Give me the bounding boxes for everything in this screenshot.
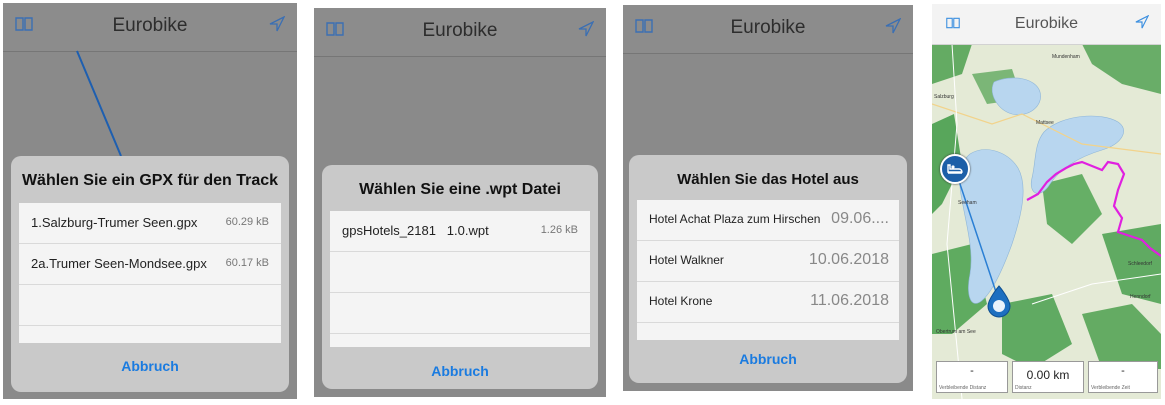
hotel-name: Hotel Achat Plaza zum Hirschen: [649, 212, 821, 226]
hotel-date: 10.06.2018: [808, 251, 889, 268]
wpt-picker-screen: Eurobike Wählen Sie eine .wpt Datei gpsH…: [314, 8, 606, 397]
location-arrow-icon[interactable]: [578, 20, 595, 42]
cancel-button[interactable]: Abbruch: [629, 351, 907, 367]
list-item[interactable]: 1.Salzburg-Trumer Seen.gpx 60.29 kB: [19, 203, 281, 244]
hotel-date: 11.06.2018: [810, 292, 889, 309]
map-screen: Salzburg Seeham Obertrum am See Mattsee …: [932, 4, 1161, 399]
hotel-name: Hotel Walkner: [649, 253, 724, 267]
remaining-time-label: Verbleibende Zeit: [1091, 385, 1130, 391]
file-size: 1.26 kB: [540, 224, 578, 236]
list-item[interactable]: Hotel Walkner 10.06.2018: [637, 241, 899, 282]
distance-value: 0.00 km: [1026, 368, 1070, 382]
location-arrow-icon[interactable]: [1135, 14, 1150, 34]
hotel-picker-screen: Eurobike Wählen Sie das Hotel aus Hotel …: [623, 5, 913, 391]
cancel-button[interactable]: Abbruch: [322, 363, 598, 379]
remaining-distance-label: Verbleibende Distanz: [939, 385, 987, 391]
app-title: Eurobike: [422, 20, 498, 41]
remaining-time-value: -: [1121, 365, 1125, 377]
hotel-picker-sheet: Wählen Sie das Hotel aus Hotel Achat Pla…: [629, 155, 907, 383]
place-label: Mattsee: [1036, 120, 1054, 126]
sheet-title: Wählen Sie eine .wpt Datei: [359, 181, 561, 198]
list-item[interactable]: gpsHotels_2181 1.0.wpt 1.26 kB: [330, 211, 590, 252]
file-size: 60.29 kB: [225, 216, 269, 228]
distance-label: Distanz: [1015, 385, 1032, 391]
empty-row: [330, 293, 590, 334]
file-list: 1.Salzburg-Trumer Seen.gpx 60.29 kB 2a.T…: [19, 203, 281, 343]
location-pin-icon[interactable]: [984, 284, 1014, 318]
place-label: Obertrum am See: [936, 329, 976, 335]
place-label: Salzburg: [934, 94, 954, 100]
nav-bar: Eurobike: [623, 5, 913, 54]
hotel-name: Hotel Krone: [649, 294, 713, 308]
sheet-title: Wählen Sie das Hotel aus: [677, 171, 859, 188]
sheet-title: Wählen Sie ein GPX für den Track: [21, 172, 279, 189]
app-title: Eurobike: [730, 17, 806, 38]
list-item[interactable]: Hotel Krone 11.06.2018: [637, 282, 899, 323]
list-item[interactable]: Hotel Achat Plaza zum Hirschen 09.06....: [637, 200, 899, 241]
list-item[interactable]: 2a.Trumer Seen-Mondsee.gpx 60.17 kB: [19, 244, 281, 285]
file-name: 1.Salzburg-Trumer Seen.gpx: [31, 215, 198, 230]
place-label: Henndorf: [1130, 294, 1151, 300]
empty-row: [19, 285, 281, 326]
file-size: 60.17 kB: [225, 257, 269, 269]
empty-row: [330, 252, 590, 293]
file-list: gpsHotels_2181 1.0.wpt 1.26 kB: [330, 211, 590, 347]
place-label: Mundenham: [1052, 54, 1080, 60]
app-title: Eurobike: [1014, 15, 1079, 32]
cancel-button[interactable]: Abbruch: [11, 358, 289, 374]
hotel-list: Hotel Achat Plaza zum Hirschen 09.06....…: [637, 200, 899, 340]
gpx-picker-sheet: Wählen Sie ein GPX für den Track 1.Salzb…: [11, 156, 289, 392]
hotel-marker-icon[interactable]: [940, 154, 970, 184]
nav-bar: Eurobike: [932, 4, 1161, 45]
wpt-picker-sheet: Wählen Sie eine .wpt Datei gpsHotels_218…: [322, 165, 598, 389]
distance-box: 0.00 km Distanz: [1012, 361, 1084, 393]
remaining-distance-value: -: [970, 365, 974, 377]
hotel-date: 09.06....: [831, 210, 889, 227]
location-arrow-icon[interactable]: [885, 17, 902, 39]
file-name: 2a.Trumer Seen-Mondsee.gpx: [31, 256, 207, 271]
file-name: gpsHotels_2181 1.0.wpt: [342, 223, 489, 238]
remaining-distance-box: - Verbleibende Distanz: [936, 361, 1008, 393]
gpx-picker-screen: Eurobike Wählen Sie ein GPX für den Trac…: [3, 3, 297, 399]
nav-bar: Eurobike: [314, 8, 606, 57]
place-label: Schleedorf: [1128, 261, 1152, 267]
place-label: Seeham: [958, 200, 977, 206]
remaining-time-box: - Verbleibende Zeit: [1088, 361, 1158, 393]
